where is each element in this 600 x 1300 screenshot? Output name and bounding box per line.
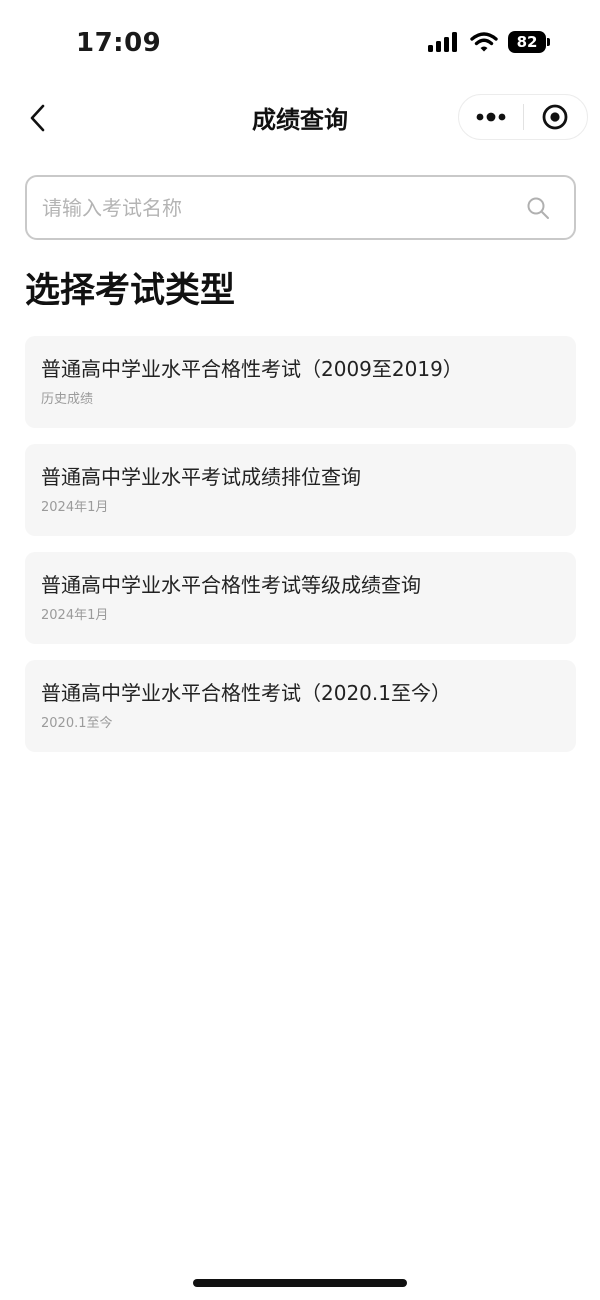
more-dots-icon	[476, 112, 506, 122]
close-miniprogram-button[interactable]	[524, 95, 588, 139]
search-icon	[527, 197, 549, 219]
wifi-icon	[470, 32, 498, 52]
status-indicators: 82	[428, 31, 550, 53]
exam-title: 普通高中学业水平考试成绩排位查询	[41, 465, 361, 489]
exam-title: 普通高中学业水平合格性考试等级成绩查询	[41, 573, 421, 597]
exam-subtitle: 2024年1月	[41, 608, 109, 623]
nav-bar: 成绩查询	[0, 90, 600, 146]
search-box	[25, 175, 576, 240]
section-title: 选择考试类型	[25, 271, 236, 311]
exam-subtitle: 2020.1至今	[41, 716, 113, 731]
exam-list: 普通高中学业水平合格性考试（2009至2019） 历史成绩 普通高中学业水平考试…	[25, 336, 576, 768]
exam-card[interactable]: 普通高中学业水平合格性考试等级成绩查询 2024年1月	[25, 552, 576, 644]
exam-card[interactable]: 普通高中学业水平合格性考试（2009至2019） 历史成绩	[25, 336, 576, 428]
battery-tip	[547, 38, 550, 46]
search-button[interactable]	[508, 196, 568, 220]
exam-title: 普通高中学业水平合格性考试（2020.1至今）	[41, 681, 451, 705]
more-button[interactable]	[459, 95, 523, 139]
home-indicator[interactable]	[193, 1279, 407, 1287]
exam-card[interactable]: 普通高中学业水平合格性考试（2020.1至今） 2020.1至今	[25, 660, 576, 752]
battery-level: 82	[508, 31, 546, 53]
status-bar: 17:09 82	[0, 0, 600, 90]
exam-subtitle: 2024年1月	[41, 500, 109, 515]
target-close-icon	[542, 104, 568, 130]
cellular-signal-icon	[428, 32, 457, 52]
exam-title: 普通高中学业水平合格性考试（2009至2019）	[41, 357, 463, 381]
battery-indicator: 82	[508, 31, 550, 53]
exam-card[interactable]: 普通高中学业水平考试成绩排位查询 2024年1月	[25, 444, 576, 536]
search-input[interactable]	[27, 177, 508, 238]
miniprogram-capsule	[458, 94, 588, 140]
exam-subtitle: 历史成绩	[41, 392, 94, 407]
status-time: 17:09	[76, 28, 162, 58]
